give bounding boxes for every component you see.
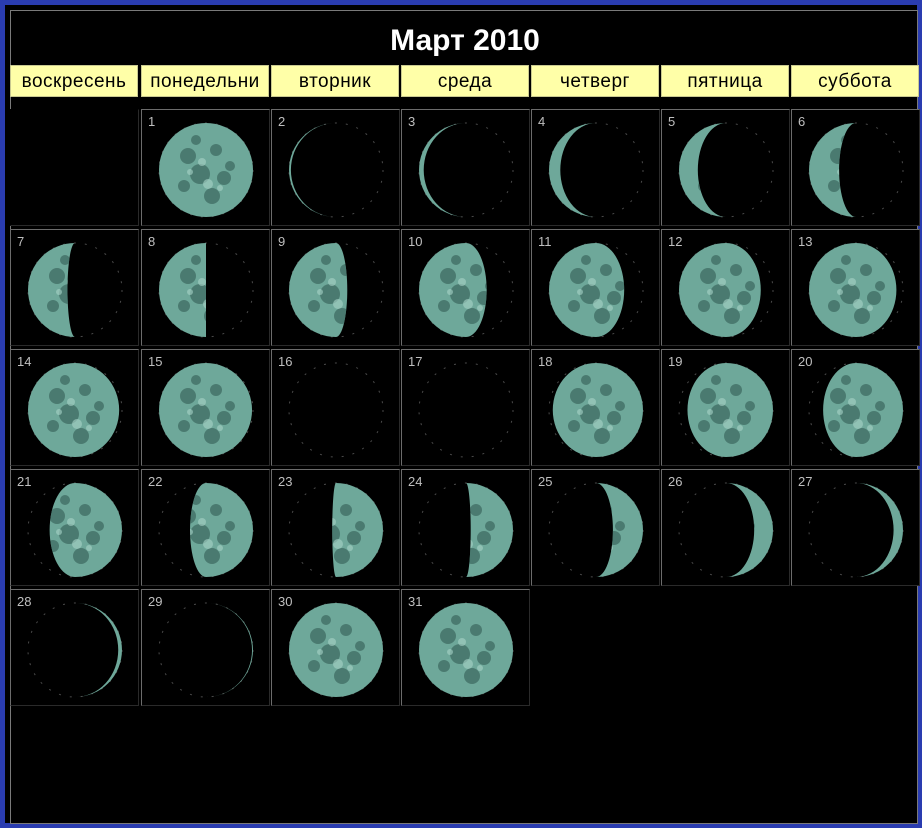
weekday-header-4: четверг: [531, 65, 659, 97]
moon-phase-icon: [678, 242, 774, 338]
moon-phase-icon: [548, 122, 644, 218]
day-cell[interactable]: 11: [531, 229, 660, 346]
moon-phase-icon: [158, 122, 254, 218]
day-cell[interactable]: 18: [531, 349, 660, 466]
moon-lit-area: [549, 123, 596, 217]
moon-craters: [75, 624, 104, 684]
moon-lit-area: [75, 603, 122, 697]
day-cell[interactable]: 28: [10, 589, 139, 706]
moon-phase-icon: [678, 122, 774, 218]
day-cell[interactable]: 26: [661, 469, 790, 586]
moon-phase-icon: [288, 602, 384, 698]
moon-lit-area: [856, 483, 903, 577]
day-cell[interactable]: 6: [791, 109, 920, 226]
day-cell[interactable]: 23: [271, 469, 400, 586]
day-cell[interactable]: 25: [531, 469, 660, 586]
day-cell[interactable]: 15: [141, 349, 270, 466]
day-cell[interactable]: 17: [401, 349, 530, 466]
calendar-title: Март 2010: [390, 24, 540, 57]
moon-craters: [856, 504, 885, 564]
moon-phase-icon: [27, 602, 123, 698]
moon-lit-area: [809, 123, 856, 217]
moon-craters: [308, 135, 336, 204]
moon-phase-icon: [418, 242, 514, 338]
day-cell[interactable]: 29: [141, 589, 270, 706]
day-cell[interactable]: 10: [401, 229, 530, 346]
day-cell[interactable]: 8: [141, 229, 270, 346]
moon-lit-area: [679, 123, 726, 217]
moon-phase-icon: [418, 362, 514, 458]
day-cell[interactable]: 27: [791, 469, 920, 586]
moon-phase-icon: [808, 362, 904, 458]
calendar-window-frame: Март 2010 воскресень понедельни вторник сре…: [0, 0, 922, 828]
moon-phase-icon: [808, 242, 904, 338]
moon-phase-icon: [288, 242, 384, 338]
moon-phase-icon: [288, 482, 384, 578]
weekday-header-row: воскресень понедельни вторник среда четверг п…: [7, 65, 919, 99]
day-cell[interactable]: 19: [661, 349, 790, 466]
moon-phase-icon: [808, 482, 904, 578]
moon-craters: [568, 135, 596, 204]
moon-phase-icon: [808, 122, 904, 218]
weekday-header-5: пятница: [661, 65, 789, 97]
moon-phase-icon: [158, 482, 254, 578]
weekday-header-6: суббота: [791, 65, 919, 97]
moon-phase-icon: [288, 362, 384, 458]
day-cell[interactable]: 5: [661, 109, 790, 226]
day-cell[interactable]: 7: [10, 229, 139, 346]
day-cell[interactable]: 20: [791, 349, 920, 466]
moon-craters: [726, 504, 755, 564]
day-cell[interactable]: 24: [401, 469, 530, 586]
moon-craters: [438, 135, 466, 204]
moon-dark-limb: [418, 362, 514, 458]
day-cell[interactable]: 2: [271, 109, 400, 226]
day-cell[interactable]: 12: [661, 229, 790, 346]
moon-phase-icon: [27, 482, 123, 578]
empty-day-cell: [10, 109, 139, 226]
day-cell[interactable]: 9: [271, 229, 400, 346]
day-cell[interactable]: 4: [531, 109, 660, 226]
moon-lit-area: [206, 603, 253, 697]
day-cell[interactable]: 22: [141, 469, 270, 586]
moon-phase-icon: [288, 122, 384, 218]
moon-phase-icon: [418, 602, 514, 698]
day-cell[interactable]: 1: [141, 109, 270, 226]
moon-phase-icon: [418, 482, 514, 578]
day-cell[interactable]: 31: [401, 589, 530, 706]
moon-dark-limb: [288, 362, 384, 458]
weekday-header-0: воскресень: [10, 65, 138, 97]
moon-phase-icon: [418, 122, 514, 218]
moon-craters: [698, 135, 726, 204]
moon-phase-icon: [158, 242, 254, 338]
moon-phase-icon: [678, 482, 774, 578]
moon-phase-icon: [678, 362, 774, 458]
moon-lit-area: [289, 123, 336, 217]
weekday-header-2: вторник: [271, 65, 399, 97]
moon-phase-icon: [548, 242, 644, 338]
day-cell[interactable]: 3: [401, 109, 530, 226]
moon-phase-icon: [548, 482, 644, 578]
day-cell[interactable]: 16: [271, 349, 400, 466]
day-cell[interactable]: 21: [10, 469, 139, 586]
day-cell[interactable]: 13: [791, 229, 920, 346]
moon-lit-area: [419, 123, 466, 217]
day-cell[interactable]: 30: [271, 589, 400, 706]
weekday-header-1: понедельни: [141, 65, 269, 97]
moon-phase-icon: [548, 362, 644, 458]
weekday-header-3: среда: [401, 65, 529, 97]
moon-lit-area: [726, 483, 773, 577]
moon-craters: [206, 624, 235, 684]
moon-phase-icon: [27, 242, 123, 338]
day-cell[interactable]: 14: [10, 349, 139, 466]
moon-phase-icon: [27, 362, 123, 458]
moon-phase-icon: [158, 362, 254, 458]
moon-phase-icon: [158, 602, 254, 698]
